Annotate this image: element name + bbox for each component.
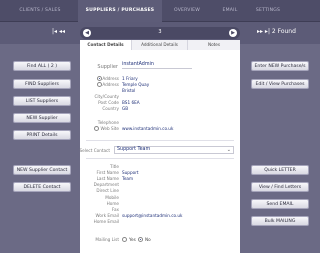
first-name-value[interactable]: Support	[122, 170, 139, 175]
find-suppliers-button[interactable]: FIND Suppliers	[13, 79, 71, 89]
select-contact-dropdown[interactable]: Support Team ⌄	[114, 146, 234, 154]
last-name-label: Last Name	[96, 176, 119, 181]
bulk-mailing-button[interactable]: Bulk MAILING	[251, 216, 309, 226]
first-name-label: First Name	[96, 170, 120, 175]
mailing-no-label: No	[145, 237, 151, 242]
address-label: Address	[102, 76, 119, 81]
work-email-label: Work Email	[95, 213, 119, 218]
mailing-yes-label: Yes	[129, 237, 136, 242]
work-email-value[interactable]: support@instantadmin.co.uk	[122, 213, 182, 218]
department-label: Department	[93, 182, 119, 187]
view-find-letters-button[interactable]: View / Find Letters	[251, 182, 309, 192]
main-tab-bar: CLIENTS / SALES SUPPLIERS / PURCHASES OV…	[0, 0, 320, 22]
tab-overview[interactable]: OVERVIEW	[162, 0, 212, 22]
send-email-button[interactable]: Send EMAIL	[251, 199, 309, 209]
supplier-card: Contact Details Additional Details Notes…	[79, 40, 240, 253]
tab-settings[interactable]: SETTINGS	[248, 0, 288, 22]
tab-email[interactable]: EMAIL	[212, 0, 248, 22]
divider	[86, 158, 234, 159]
record-header: ◀ 3 ▶	[80, 27, 240, 39]
found-count[interactable]: ▸▸ ▸| 2 Found	[257, 28, 296, 35]
chevron-down-icon: ⌄	[226, 147, 231, 153]
home-email-label: Home Email	[93, 219, 119, 224]
home-label: Home	[106, 201, 119, 206]
direct-line-label: Direct Line	[96, 188, 119, 193]
supplier-label: Supplier	[97, 64, 118, 70]
prev-record-arrows[interactable]: |◂ ◂◂	[52, 28, 65, 35]
last-name-value[interactable]: Team	[122, 176, 133, 181]
tab-clients-sales[interactable]: CLIENTS / SALES	[10, 0, 70, 22]
mailing-list-label: Mailing List	[95, 237, 119, 242]
tab-suppliers-purchases[interactable]: SUPPLIERS / PURCHASES	[78, 0, 162, 22]
print-details-button[interactable]: PRINT Details	[13, 130, 71, 140]
tab-additional-details[interactable]: Additional Details	[132, 40, 188, 50]
postcode-value[interactable]: BS1 6EA	[122, 100, 140, 105]
postcode-label: Post Code	[98, 100, 119, 105]
list-suppliers-button[interactable]: LIST Suppliers	[13, 96, 71, 106]
title-label: Title	[110, 164, 119, 169]
website-value[interactable]: www.instantadmin.co.uk	[122, 126, 173, 131]
address-line1[interactable]: 1 Friary	[122, 76, 138, 81]
address-label-2: Address	[102, 82, 119, 87]
record-number: 3	[158, 29, 162, 35]
mailing-yes-radio[interactable]	[122, 237, 127, 242]
select-contact-value: Support Team	[117, 147, 151, 152]
edit-view-purchases-button[interactable]: Edit / View Purchases	[251, 79, 309, 89]
country-value[interactable]: GB	[122, 106, 128, 111]
fax-label: Fax	[111, 207, 119, 212]
tab-contact-details[interactable]: Contact Details	[80, 40, 132, 50]
address-line3[interactable]: Bristol	[122, 88, 135, 93]
find-all-button[interactable]: Find ALL ( 2 )	[13, 61, 71, 71]
card-tabs: Contact Details Additional Details Notes	[80, 40, 240, 50]
enter-new-purchases-button[interactable]: Enter NEW Purchase/s	[251, 61, 309, 71]
supplier-name-field[interactable]: instantAdmin	[122, 62, 192, 69]
address-line2[interactable]: Temple Quay	[122, 82, 149, 87]
website-label: Web Site	[100, 126, 119, 131]
divider	[86, 140, 234, 141]
delete-contact-button[interactable]: DELETE Contact	[13, 182, 71, 192]
new-supplier-contact-button[interactable]: NEW Supplier Contact	[13, 165, 71, 175]
quick-letter-button[interactable]: Quick LETTER	[251, 165, 309, 175]
telephone-label: Telephone	[97, 120, 119, 125]
select-contact-label: Select Contact	[79, 148, 110, 153]
new-supplier-button[interactable]: NEW Supplier	[13, 113, 71, 123]
next-record-icon[interactable]: ▶	[229, 29, 237, 37]
country-label: Country	[102, 106, 119, 111]
mailing-no-radio[interactable]	[138, 237, 143, 242]
tab-notes[interactable]: Notes	[188, 40, 240, 50]
city-county-label: City/County	[94, 94, 119, 99]
mobile-label: Mobile	[105, 195, 119, 200]
